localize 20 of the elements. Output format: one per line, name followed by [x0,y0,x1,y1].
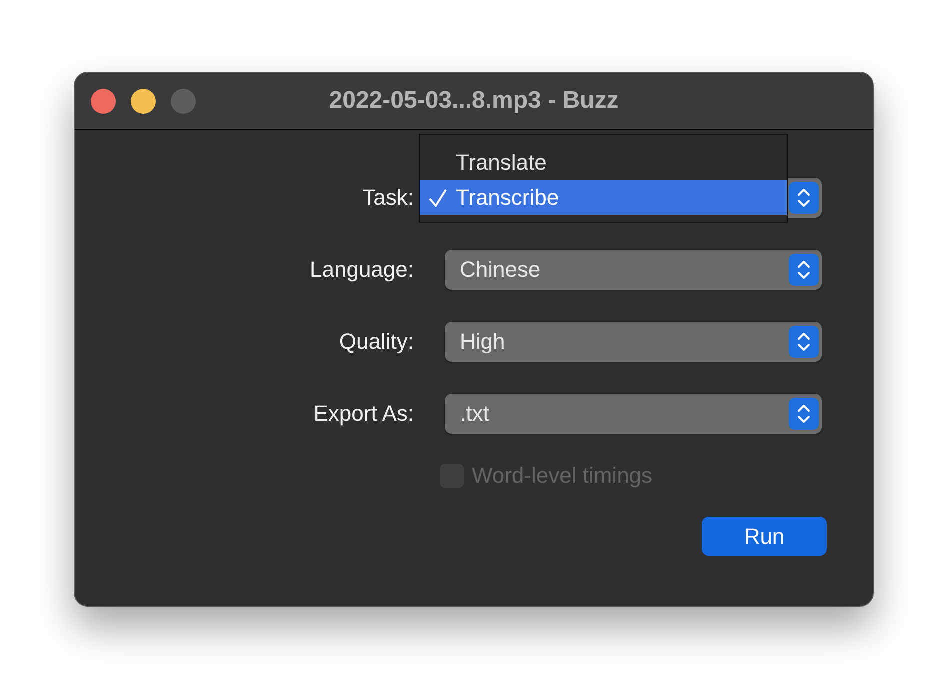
dropdown-field[interactable]: .txt [445,394,822,434]
field-label: Language: [309,257,414,283]
field-label: Export As: [312,401,414,427]
stepper-icon [789,182,819,214]
minimize-icon[interactable] [131,88,156,114]
field-label: Quality: [338,329,414,355]
menu-item[interactable]: Transcribe [420,180,787,215]
run-button[interactable]: Run [702,517,827,556]
field-label: Task: [362,185,414,211]
stepper-icon [789,254,819,286]
close-icon[interactable] [91,88,116,114]
checkmark-icon [428,188,448,208]
window-title: 2022-05-03...8.mp3 - Buzz [329,87,619,115]
stepper-icon [789,326,819,358]
dropdown-field[interactable]: Chinese [445,250,822,290]
stepper-icon [789,398,819,430]
menu-item[interactable]: Translate [420,145,787,180]
dropdown-field[interactable]: High [445,322,822,362]
menu-item-label: Translate [456,149,547,177]
menu-item-label: Transcribe [456,184,560,212]
